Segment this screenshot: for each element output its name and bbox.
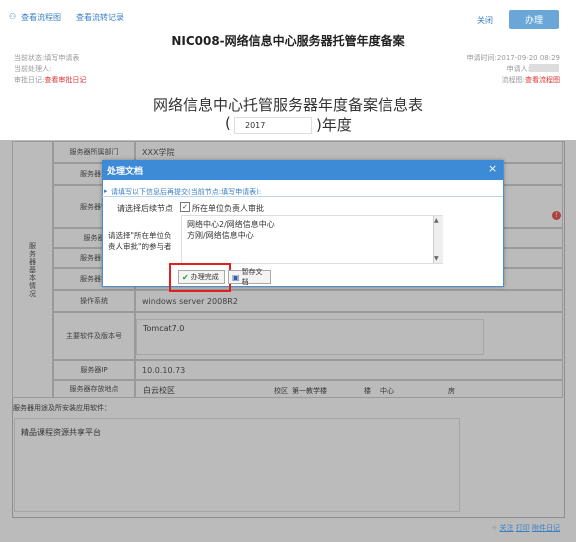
notice-divider <box>102 196 503 197</box>
print-link[interactable]: 打印 <box>516 524 530 532</box>
check-icon: ✔ <box>182 272 189 282</box>
follow-link[interactable]: 关注 <box>500 524 514 532</box>
scroll-down-icon[interactable]: ▼ <box>434 255 439 262</box>
view-flow-link[interactable]: 查看流程图 <box>21 12 61 23</box>
participant-list[interactable]: 网络中心2/网络信息中心 方刚/网络信息中心 <box>181 215 443 264</box>
save-draft-label: 暂存文档 <box>241 268 263 286</box>
complete-button[interactable]: ✔ 办理完成 <box>178 270 225 284</box>
footer-links: + 关注 打印 附件日记 <box>491 523 560 533</box>
year-input[interactable]: 2017 <box>234 117 312 134</box>
apply-time: 申请时间:2017-09-20 08:29 <box>466 54 560 62</box>
flow-chart-link[interactable]: 查看流程图 <box>525 76 560 84</box>
participant-label: 请选择"所在单位负责人审批"的参与者 <box>108 231 172 251</box>
doc-title: NIC008-网络信息中心服务器托管年度备案 <box>171 34 405 48</box>
complete-button-label: 办理完成 <box>190 273 219 281</box>
applicant-name-redacted <box>529 64 559 72</box>
dialog-header: 处理文档 <box>102 160 503 180</box>
attach-log-link[interactable]: 附件日记 <box>532 524 560 532</box>
applicant: 申请人: <box>506 65 530 73</box>
save-draft-button[interactable]: ▣ 暂存文档 <box>228 268 271 286</box>
dialog-close-icon[interactable]: × <box>488 162 497 175</box>
current-handler: 当前处理人: <box>14 65 52 73</box>
close-link[interactable]: 关闭 <box>477 15 493 26</box>
next-node-checkbox[interactable]: ✓ <box>180 202 190 212</box>
flow-chart-label: 流程图: <box>501 76 525 84</box>
flow-chart: 流程图:查看流程图 <box>502 75 560 85</box>
flow-chart-icon: ⚇ <box>9 12 17 21</box>
dialog-title: 处理文档 <box>107 166 144 177</box>
current-state: 当前状态:填写申请表 <box>14 54 80 62</box>
follow-icon: + <box>491 524 498 532</box>
approval-log: 审批日记:查看审批日记 <box>14 75 86 85</box>
handle-button[interactable]: 办理 <box>509 10 559 29</box>
form-title: 网络信息中心托管服务器年度备案信息表 <box>152 96 423 114</box>
notice-icon: ▸ <box>104 187 108 195</box>
year-open-paren: ( <box>225 114 231 132</box>
approval-log-link[interactable]: 查看审批日记 <box>44 76 86 84</box>
year-close: )年度 <box>316 116 352 134</box>
approval-log-label: 审批日记: <box>14 76 45 84</box>
next-node-option: 所在单位负责人审批 <box>192 204 264 213</box>
save-icon: ▣ <box>232 272 240 282</box>
scroll-up-icon[interactable]: ▲ <box>434 217 439 224</box>
view-transfer-link[interactable]: 查看流转记录 <box>76 12 124 23</box>
next-node-label: 请选择后续节点 <box>117 204 173 213</box>
